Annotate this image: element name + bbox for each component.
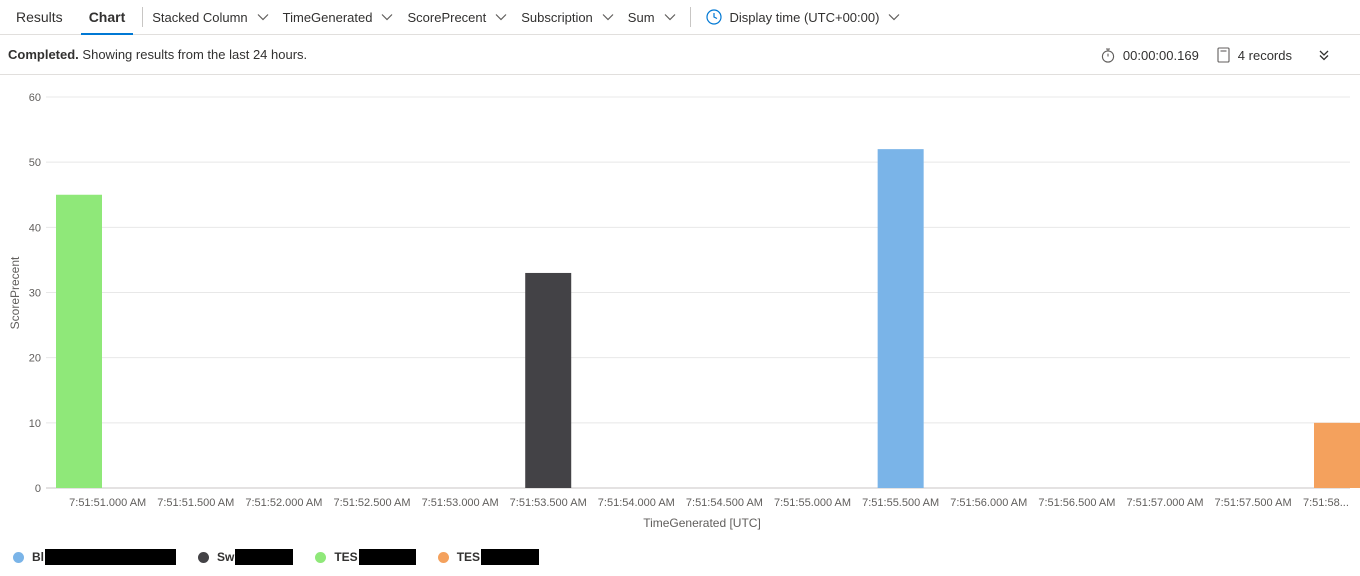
y-tick-label: 60 bbox=[29, 92, 41, 104]
x-axis-title: TimeGenerated [UTC] bbox=[643, 516, 761, 530]
chart-legend: Bl Sw TES TES bbox=[0, 545, 1360, 569]
tab-chart[interactable]: Chart bbox=[80, 0, 134, 35]
aggregation-label: Sum bbox=[627, 9, 655, 25]
legend-dot bbox=[198, 551, 209, 563]
legend-item-series-3[interactable]: TES bbox=[315, 549, 416, 565]
bar-series-3[interactable] bbox=[56, 194, 102, 488]
records-value: 4 records bbox=[1237, 47, 1292, 63]
y-column-dropdown[interactable]: ScorePrecent bbox=[407, 10, 507, 25]
y-tick-label: 30 bbox=[29, 288, 41, 300]
x-tick-label: 7:51:58... bbox=[1303, 497, 1349, 509]
aggregation-dropdown[interactable]: Sum bbox=[628, 10, 676, 25]
chevron-down-icon bbox=[382, 14, 393, 21]
toolbar-divider bbox=[689, 7, 691, 27]
display-time-dropdown[interactable]: Display time (UTC+00:00) bbox=[705, 9, 901, 25]
legend-dot bbox=[315, 551, 327, 563]
redaction-block bbox=[481, 549, 540, 565]
legend-label: TES bbox=[334, 550, 358, 564]
bar-series-2[interactable] bbox=[525, 272, 572, 488]
redaction-block bbox=[358, 549, 416, 565]
legend-label: Sw bbox=[217, 550, 235, 564]
y-axis-ticks: 0 10 20 30 40 50 60 bbox=[29, 92, 41, 495]
expand-details-button[interactable] bbox=[1318, 49, 1330, 61]
x-tick-label: 7:51:53.000 AM bbox=[422, 497, 499, 509]
x-tick-label: 7:51:55.000 AM bbox=[774, 497, 851, 509]
y-column-label: ScorePrecent bbox=[407, 9, 487, 25]
legend-dot bbox=[13, 551, 24, 563]
y-tick-label: 0 bbox=[35, 483, 41, 495]
chevron-down-icon bbox=[257, 14, 269, 21]
chart-toolbar: Results Chart Stacked Column TimeGenerat… bbox=[0, 0, 1360, 35]
x-column-dropdown[interactable]: TimeGenerated bbox=[283, 10, 394, 25]
bar-series-1[interactable] bbox=[877, 149, 924, 488]
chevron-down-icon bbox=[602, 14, 614, 21]
x-tick-label: 7:51:52.500 AM bbox=[333, 497, 410, 509]
stacked-column-chart: 0 10 20 30 40 50 60 7:51:51.000 AM 7:51:51.500 … bbox=[8, 92, 1360, 530]
document-icon bbox=[1217, 47, 1230, 63]
x-tick-label: 7:51:51.500 AM bbox=[157, 497, 234, 509]
x-tick-label: 7:51:54.500 AM bbox=[686, 497, 763, 509]
x-tick-label: 7:51:54.000 AM bbox=[598, 497, 675, 509]
x-tick-label: 7:51:56.500 AM bbox=[1038, 497, 1115, 509]
bars bbox=[56, 149, 1360, 488]
split-by-label: Subscription bbox=[521, 9, 593, 25]
split-by-dropdown[interactable]: Subscription bbox=[521, 10, 614, 25]
tab-results[interactable]: Results bbox=[8, 0, 71, 35]
redaction-block bbox=[45, 549, 176, 565]
grid-lines bbox=[46, 96, 1350, 489]
legend-label: Bl bbox=[32, 550, 44, 564]
x-tick-label: 7:51:57.500 AM bbox=[1215, 497, 1292, 509]
query-status-bar: Completed. Showing results from the last… bbox=[0, 35, 1360, 75]
status-metrics: 00:00:00.169 4 records bbox=[1101, 35, 1360, 75]
x-column-label: TimeGenerated bbox=[282, 9, 373, 25]
chart-type-label: Stacked Column bbox=[152, 9, 248, 25]
x-tick-label: 7:51:55.500 AM bbox=[862, 497, 939, 509]
x-tick-label: 7:51:52.000 AM bbox=[245, 497, 322, 509]
chevron-down-icon bbox=[889, 14, 900, 21]
x-axis-ticks: 7:51:51.000 AM 7:51:51.500 AM 7:51:52.000 … bbox=[69, 497, 1349, 509]
stopwatch-icon bbox=[1101, 47, 1115, 63]
x-tick-label: 7:51:56.000 AM bbox=[950, 497, 1027, 509]
y-tick-label: 50 bbox=[29, 157, 41, 169]
y-axis-title: ScorePrecent bbox=[8, 256, 22, 329]
display-time-label: Display time (UTC+00:00) bbox=[729, 9, 880, 25]
toolbar-divider bbox=[142, 7, 144, 27]
legend-item-series-1[interactable]: Bl bbox=[13, 549, 176, 565]
y-tick-label: 20 bbox=[29, 353, 41, 365]
status-message: Showing results from the last 24 hours. bbox=[82, 47, 308, 62]
chevron-down-icon bbox=[495, 14, 507, 21]
legend-label: TES bbox=[456, 550, 481, 564]
double-chevron-down-icon bbox=[1319, 50, 1329, 61]
record-count: 4 records bbox=[1217, 47, 1292, 63]
legend-dot bbox=[437, 551, 449, 563]
y-tick-label: 40 bbox=[29, 222, 41, 234]
status-text: Completed. Showing results from the last… bbox=[8, 47, 307, 62]
legend-item-series-2[interactable]: Sw bbox=[198, 549, 294, 565]
x-tick-label: 7:51:57.000 AM bbox=[1126, 497, 1203, 509]
x-tick-label: 7:51:51.000 AM bbox=[69, 497, 146, 509]
chevron-down-icon bbox=[664, 14, 675, 21]
query-duration: 00:00:00.169 bbox=[1101, 48, 1199, 63]
status-state: Completed. bbox=[8, 47, 79, 62]
x-tick-label: 7:51:53.500 AM bbox=[510, 497, 587, 509]
chart-type-dropdown[interactable]: Stacked Column bbox=[152, 9, 269, 25]
legend-item-series-4[interactable]: TES bbox=[437, 549, 540, 565]
duration-value: 00:00:00.169 bbox=[1122, 47, 1199, 63]
clock-icon bbox=[705, 9, 722, 25]
bar-series-4[interactable] bbox=[1314, 422, 1360, 488]
redaction-block bbox=[235, 549, 294, 565]
y-tick-label: 10 bbox=[29, 418, 41, 430]
